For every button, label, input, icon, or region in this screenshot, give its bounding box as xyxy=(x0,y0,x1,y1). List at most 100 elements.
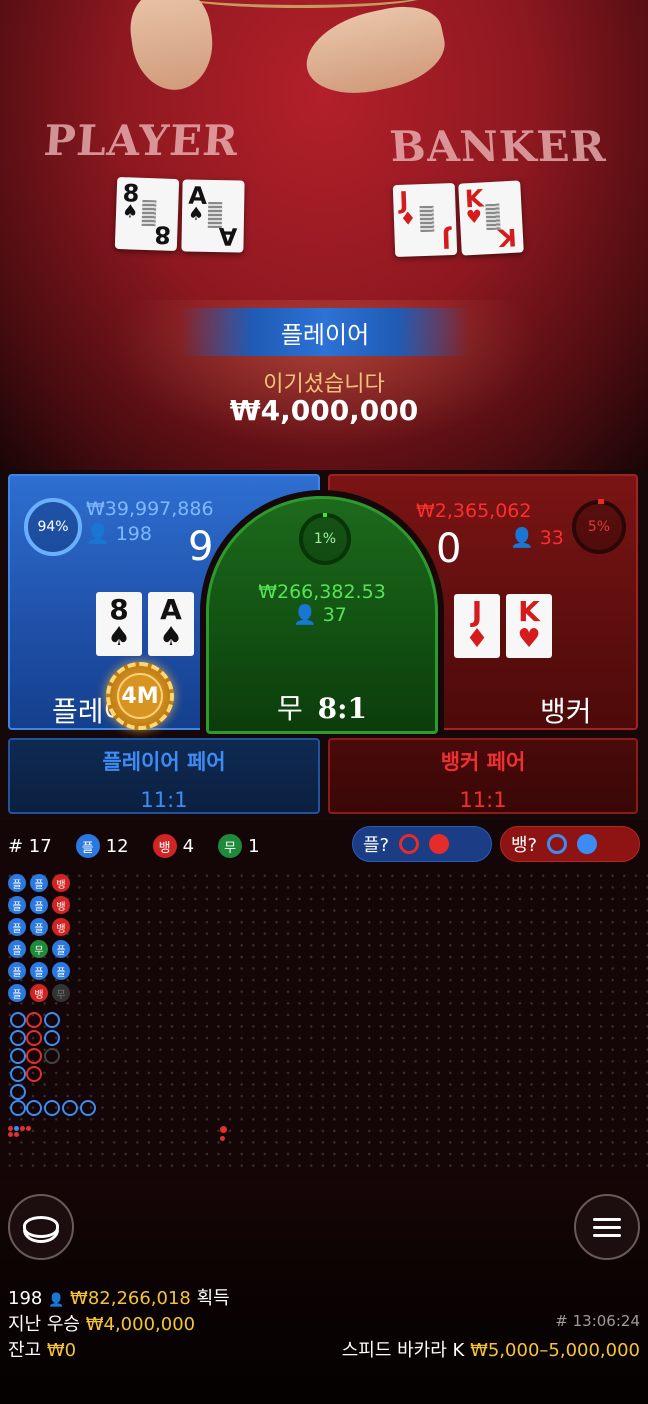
card-rank: A xyxy=(160,593,182,626)
player-win-count: 12 xyxy=(105,835,129,857)
card-rank-inverted: K xyxy=(497,222,518,252)
hamburger-icon xyxy=(593,1213,621,1242)
card-suit: ♠ xyxy=(187,203,205,225)
banker-card-1: J ♦ xyxy=(454,594,500,658)
card-rank-inverted: A xyxy=(218,222,238,251)
dot-icon xyxy=(429,834,450,854)
card-suit: ♥ xyxy=(517,624,541,654)
chip-tray-button[interactable] xyxy=(8,1194,74,1260)
bead-empty: 무 xyxy=(52,984,70,1002)
bead-banker: 뱅 xyxy=(52,918,70,936)
banker-count-value: 33 xyxy=(539,527,564,549)
tie-win-count: 1 xyxy=(248,835,260,857)
table-player-label: PLAYER xyxy=(42,116,241,165)
card-rank: K xyxy=(518,595,540,628)
bead-player: 플 xyxy=(30,896,48,914)
dealer-hand-left xyxy=(125,0,219,96)
bead-player: 플 xyxy=(52,940,70,958)
banker-win-count: 4 xyxy=(182,835,195,857)
card-suit: ♥ xyxy=(465,206,483,229)
total-won-suffix: 획득 xyxy=(196,1288,230,1309)
tie-bet-spot[interactable]: 1% ₩266,382.53 👤 37 무 8:1 xyxy=(206,496,438,734)
card-suit: ♦ xyxy=(465,624,489,654)
tie-label: 무 xyxy=(277,692,303,725)
round-time: # 13:06:24 xyxy=(555,1312,640,1330)
person-icon: 👤 xyxy=(86,523,110,545)
tie-odds: 8:1 xyxy=(317,692,367,725)
player-badge: 플 xyxy=(75,834,100,858)
round-number: # 17 xyxy=(8,835,52,857)
bead-player: 플 xyxy=(30,874,48,892)
player-card-2: A ♠ xyxy=(148,592,194,656)
banker-bettor-count: 👤 33 xyxy=(510,526,564,549)
card-rank-inverted: J xyxy=(441,225,452,254)
bead-player: 플 xyxy=(8,962,26,980)
bead-tie: 무 xyxy=(30,940,48,958)
ask-player-button[interactable]: 플? xyxy=(352,826,492,862)
tie-count-value: 37 xyxy=(322,604,347,626)
tie-bettor-count: 👤 37 xyxy=(293,603,347,626)
bead-player: 플 xyxy=(30,962,48,980)
ask-banker-button[interactable]: 뱅? xyxy=(500,826,640,862)
banker-total-bet: ₩2,365,062 xyxy=(416,500,532,522)
total-won: ₩82,266,018 xyxy=(70,1288,191,1309)
table-banker-label: BANKER xyxy=(388,122,608,171)
player-pair-odds: 11:1 xyxy=(140,788,188,812)
bead-banker: 뱅 xyxy=(52,896,70,914)
tie-total-bet: ₩266,382.53 xyxy=(258,581,386,603)
card-suit: ♦ xyxy=(399,208,417,230)
player-bettor-count: 👤 198 xyxy=(86,522,152,545)
person-icon: 👤 xyxy=(510,527,534,549)
balance-amount: ₩0 xyxy=(46,1340,77,1361)
road-grid xyxy=(0,866,648,1176)
tie-percent: 1% xyxy=(313,531,337,547)
banker-bet-label: 뱅커 xyxy=(540,695,592,728)
person-icon: 👤 xyxy=(48,1293,65,1308)
table-player-card-2: A ♠ A xyxy=(181,179,245,253)
tie-percent-ring: 1% xyxy=(299,513,351,565)
card-rank-inverted: 8 xyxy=(154,220,172,249)
ring-icon xyxy=(399,834,420,854)
card-rank: J xyxy=(471,595,483,628)
card-rank: 8 xyxy=(109,593,129,626)
person-icon: 👤 xyxy=(293,604,317,626)
betting-area: 94% ₩39,997,886 👤 198 9 8 ♠ A ♠ 플레이어 4M … xyxy=(0,470,648,820)
last-win-label: 지난 우승 xyxy=(8,1314,80,1335)
ring-icon xyxy=(547,834,568,854)
banker-percent-ring: 5% xyxy=(572,499,626,554)
player-score: 9 xyxy=(188,524,214,570)
balance-label: 잔고 xyxy=(8,1340,42,1361)
ask-banker-label: 뱅? xyxy=(511,835,538,856)
banker-badge: 뱅 xyxy=(152,834,177,858)
placed-chip[interactable]: 4M xyxy=(106,662,174,730)
last-win-line: 지난 우승 ₩4,000,000 xyxy=(8,1310,195,1336)
bottom-bar: 198 👤 ₩82,266,018 획득 지난 우승 ₩4,000,000 # … xyxy=(0,1180,648,1404)
table-player-card-1: 8 ♠ 8 xyxy=(114,176,180,252)
bead-banker: 뱅 xyxy=(52,874,70,892)
tie-bet-label: 무 8:1 xyxy=(209,687,435,727)
table-banker-card-2: K ♥ K xyxy=(458,180,524,256)
win-amount: ₩4,000,000 xyxy=(229,394,419,427)
banker-pair-label: 뱅커 페어 xyxy=(440,750,526,774)
banker-pair-bet-spot[interactable]: 뱅커 페어 11:1 xyxy=(328,738,638,814)
menu-button[interactable] xyxy=(574,1194,640,1260)
banker-percent: 5% xyxy=(587,519,611,535)
chip-value: 4M xyxy=(121,683,159,709)
bead-player: 플 xyxy=(8,896,26,914)
player-pair-bet-spot[interactable]: 플레이어 페어 11:1 xyxy=(8,738,320,814)
player-pair-label: 플레이어 페어 xyxy=(102,750,226,774)
banker-pair-odds: 11:1 xyxy=(459,788,507,812)
bead-player: 플 xyxy=(30,918,48,936)
chip-stack-icon xyxy=(23,1216,59,1243)
bead-banker: 뱅 xyxy=(30,984,48,1002)
tie-badge: 무 xyxy=(218,834,243,858)
dot-icon xyxy=(577,834,598,854)
live-table-video: PLAYER BANKER 8 ♠ 8 A ♠ A J ♦ J K ♥ K 플레… xyxy=(0,0,648,470)
bead-player: 플 xyxy=(8,874,26,892)
player-percent: 94% xyxy=(37,519,69,535)
card-suit: ♠ xyxy=(121,201,139,223)
balance-line: 잔고 ₩0 xyxy=(8,1336,76,1362)
player-card-1: 8 ♠ xyxy=(96,592,142,656)
roadmap-panel[interactable]: # 17 플 12 뱅 4 무 1 플? 뱅? 플플플플플플플플플무플뱅뱅뱅뱅플… xyxy=(0,820,648,1180)
total-won-line: 198 👤 ₩82,266,018 획득 xyxy=(8,1284,230,1310)
